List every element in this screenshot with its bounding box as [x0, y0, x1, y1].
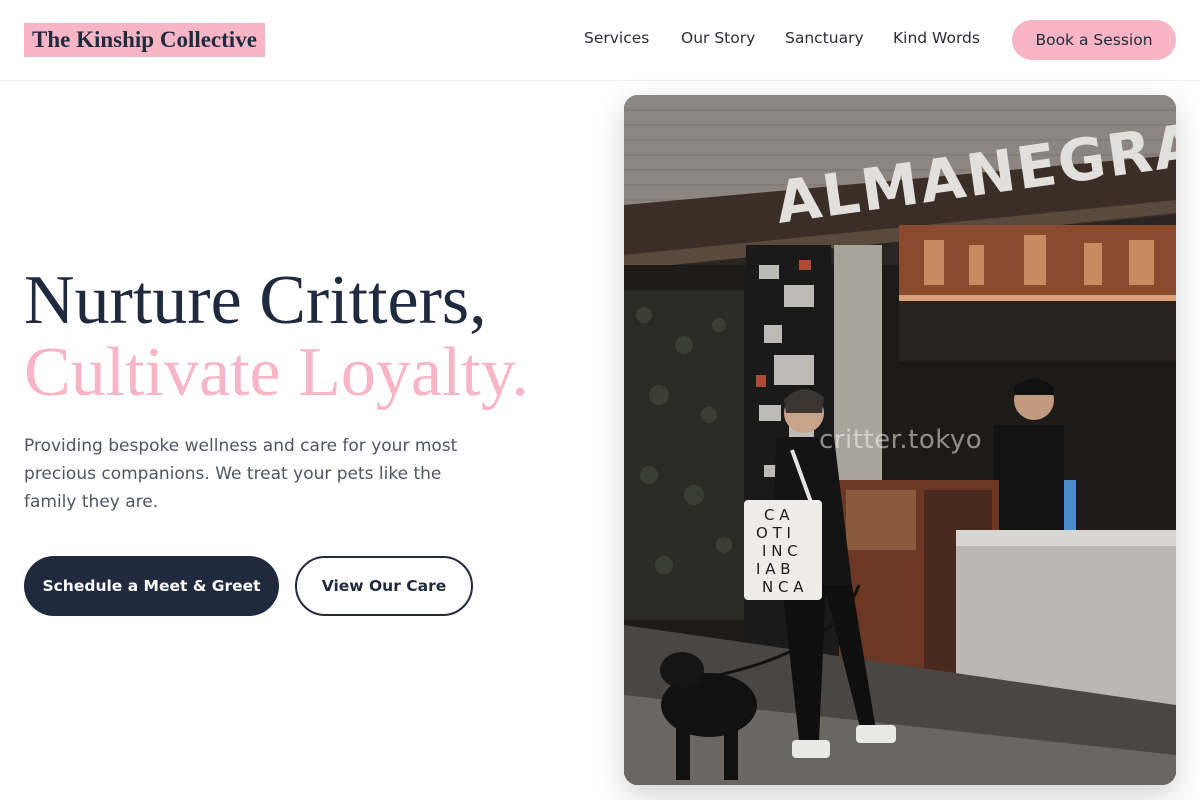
nav-sanctuary[interactable]: Sanctuary — [785, 28, 864, 48]
nav-our-story[interactable]: Our Story — [681, 28, 755, 48]
hero-photo: ALMANEGRA C A O T I I N C I A B N C A cr… — [624, 95, 1176, 785]
tote-letters-5: N C A — [762, 578, 804, 596]
tote-letters-2: O T I — [756, 524, 791, 542]
photo-watermark: critter.tokyo — [819, 425, 983, 455]
tote-letters-4: I A B — [756, 560, 791, 578]
nav-kind-words[interactable]: Kind Words — [893, 28, 980, 48]
brand-logo[interactable]: The Kinship Collective — [24, 23, 265, 57]
tote-letters-1: C A — [764, 506, 790, 524]
schedule-meet-greet-button[interactable]: Schedule a Meet & Greet — [24, 556, 279, 616]
hero-headline-line1: Nurture Critters, — [24, 262, 487, 339]
book-session-button[interactable]: Book a Session — [1012, 20, 1176, 60]
site-header: The Kinship Collective Services Our Stor… — [0, 0, 1200, 81]
view-our-care-button[interactable]: View Our Care — [295, 556, 473, 616]
hero-headline-line2: Cultivate Loyalty. — [24, 334, 529, 411]
tote-letters-3: I N C — [762, 542, 798, 560]
nav-services[interactable]: Services — [584, 28, 649, 48]
hero-subtitle: Providing bespoke wellness and care for … — [24, 436, 458, 512]
